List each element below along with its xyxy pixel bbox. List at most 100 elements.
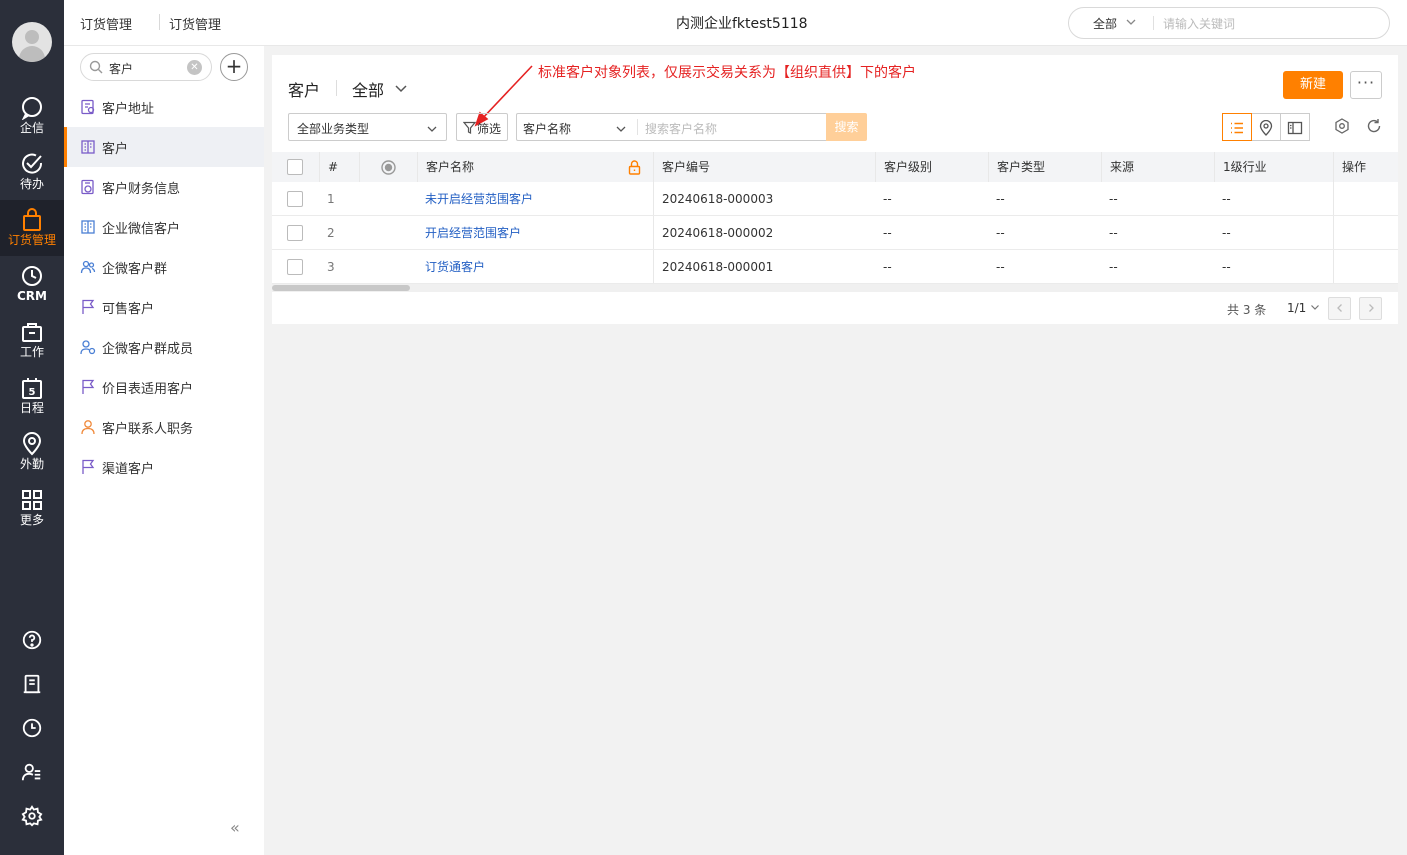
column-industry[interactable]: 1级行业	[1214, 152, 1333, 182]
customer-industry: --	[1222, 226, 1231, 240]
rail-item-field-work[interactable]: 外勤	[0, 424, 64, 480]
more-button[interactable]: ···	[1350, 71, 1382, 99]
filter-button[interactable]: 筛选	[456, 113, 508, 141]
column-customer-code[interactable]: 客户编号	[653, 152, 875, 182]
customer-name-link[interactable]: 订货通客户	[425, 260, 485, 274]
search-field-select[interactable]: 客户名称	[523, 120, 571, 137]
target-icon[interactable]	[380, 159, 397, 176]
refresh-icon[interactable]	[1366, 118, 1382, 134]
building-icon	[81, 140, 95, 154]
column-actions: 操作	[1333, 152, 1398, 182]
breadcrumb-page[interactable]: 订货管理	[169, 14, 221, 33]
sidebar-item-contact-position[interactable]: 客户联系人职务	[64, 407, 264, 447]
customer-code: 20240618-000001	[653, 250, 875, 283]
top-bar: 订货管理 订货管理 内测企业fktest5118 全部 请输入关键词	[64, 0, 1407, 46]
list-search[interactable]: 客户名称 搜索客户名称 搜索	[516, 113, 867, 141]
finance-doc-icon	[81, 179, 94, 195]
notebook-button[interactable]	[0, 669, 64, 699]
filter-icon	[463, 121, 476, 134]
sidebar-item-label: 客户财务信息	[102, 182, 181, 197]
sidebar-item-label: 渠道客户	[102, 462, 155, 477]
rail-label: CRM	[17, 289, 47, 303]
customer-source: --	[1109, 260, 1118, 274]
row-actions[interactable]	[1333, 250, 1398, 283]
prev-page-button[interactable]	[1328, 297, 1351, 320]
sidebar-item-label: 客户联系人职务	[102, 422, 194, 437]
sidebar-item-wecom-group[interactable]: 企微客户群	[64, 247, 264, 287]
pager-page-select[interactable]: 1/1	[1287, 301, 1320, 315]
chevron-down-icon	[1311, 305, 1320, 310]
breadcrumb-app[interactable]: 订货管理	[80, 14, 132, 33]
table-row[interactable]: 1 未开启经营范围客户 20240618-000003 -- -- -- --	[272, 182, 1398, 216]
help-button[interactable]	[0, 625, 64, 655]
rail-item-crm[interactable]: CRM	[0, 256, 64, 312]
horizontal-scrollbar[interactable]	[272, 284, 1398, 292]
sidebar-item-pricebook-customer[interactable]: 价目表适用客户	[64, 367, 264, 407]
column-source[interactable]: 来源	[1101, 152, 1214, 182]
contacts-icon	[21, 763, 41, 781]
sidebar-search-input[interactable]: 客户 ✕	[80, 53, 212, 81]
location-pin-icon	[1259, 120, 1273, 136]
customer-name-link[interactable]: 开启经营范围客户	[425, 226, 521, 240]
search-scope-select[interactable]: 全部	[1093, 15, 1117, 32]
customer-source: --	[1109, 192, 1118, 206]
global-search-input[interactable]: 请输入关键词	[1163, 15, 1235, 32]
table-row[interactable]: 2 开启经营范围客户 20240618-000002 -- -- -- --	[272, 216, 1398, 250]
sidebar-item-label: 客户	[102, 142, 129, 157]
sidebar-item-channel-customer[interactable]: 渠道客户	[64, 447, 264, 487]
sidebar-item-customer-finance[interactable]: 客户财务信息	[64, 167, 264, 207]
user-gear-icon	[80, 340, 96, 355]
rail-item-more[interactable]: 更多	[0, 480, 64, 536]
business-type-select[interactable]: 全部业务类型	[288, 113, 447, 141]
row-checkbox[interactable]	[287, 225, 303, 241]
split-view-button[interactable]	[1280, 113, 1310, 141]
clock-chart-icon	[22, 266, 42, 286]
row-checkbox[interactable]	[287, 191, 303, 207]
sidebar-item-sellable-customer[interactable]: 可售客户	[64, 287, 264, 327]
pager-total: 共 3 条	[1227, 303, 1267, 317]
global-search[interactable]: 全部 请输入关键词	[1068, 7, 1390, 39]
scope-select[interactable]: 全部	[352, 77, 384, 101]
avatar[interactable]	[12, 22, 52, 62]
sidebar-item-wecom-group-member[interactable]: 企微客户群成员	[64, 327, 264, 367]
sidebar-item-customer[interactable]: 客户	[64, 127, 264, 167]
sidebar-item-label: 企微客户群成员	[102, 342, 194, 357]
chevron-down-icon	[1126, 19, 1136, 25]
flag-icon	[82, 299, 95, 314]
sidebar-item-wecom-customer[interactable]: 企业微信客户	[64, 207, 264, 247]
list-view-button[interactable]	[1222, 113, 1252, 141]
row-actions[interactable]	[1333, 182, 1398, 215]
next-page-button[interactable]	[1359, 297, 1382, 320]
history-button[interactable]	[0, 713, 64, 743]
sidebar-item-customer-address[interactable]: 客户地址	[64, 87, 264, 127]
help-icon	[22, 630, 42, 650]
customer-name-link[interactable]: 未开启经营范围客户	[425, 192, 533, 206]
new-button[interactable]: 新建	[1283, 71, 1343, 99]
search-button[interactable]: 搜索	[826, 113, 867, 141]
contacts-button[interactable]	[0, 757, 64, 787]
scrollbar-thumb[interactable]	[272, 285, 410, 291]
settings-icon[interactable]	[1334, 118, 1350, 134]
table-row[interactable]: 3 订货通客户 20240618-000001 -- -- -- --	[272, 250, 1398, 284]
add-object-button[interactable]: +	[220, 53, 248, 81]
row-checkbox[interactable]	[287, 259, 303, 275]
rail-item-todo[interactable]: 待办	[0, 144, 64, 200]
map-view-button[interactable]	[1251, 113, 1281, 141]
select-all-checkbox[interactable]	[287, 159, 303, 175]
rail-item-schedule[interactable]: 5 日程	[0, 368, 64, 424]
customer-code: 20240618-000002	[653, 216, 875, 249]
column-customer-type[interactable]: 客户类型	[988, 152, 1101, 182]
search-input[interactable]: 搜索客户名称	[645, 120, 717, 137]
clear-icon[interactable]: ✕	[187, 60, 202, 75]
row-actions[interactable]	[1333, 216, 1398, 249]
chevron-down-icon	[395, 85, 407, 93]
settings-button[interactable]	[0, 801, 64, 831]
column-customer-level[interactable]: 客户级别	[875, 152, 988, 182]
rail-label: 更多	[19, 513, 44, 527]
rail-item-order-management[interactable]: 订货管理	[0, 200, 64, 256]
column-customer-name[interactable]: 客户名称	[417, 152, 653, 182]
list-icon	[1231, 122, 1243, 134]
collapse-sidebar-button[interactable]: «	[230, 818, 240, 837]
rail-item-work[interactable]: 工作	[0, 312, 64, 368]
rail-item-messages[interactable]: 企信	[0, 88, 64, 144]
